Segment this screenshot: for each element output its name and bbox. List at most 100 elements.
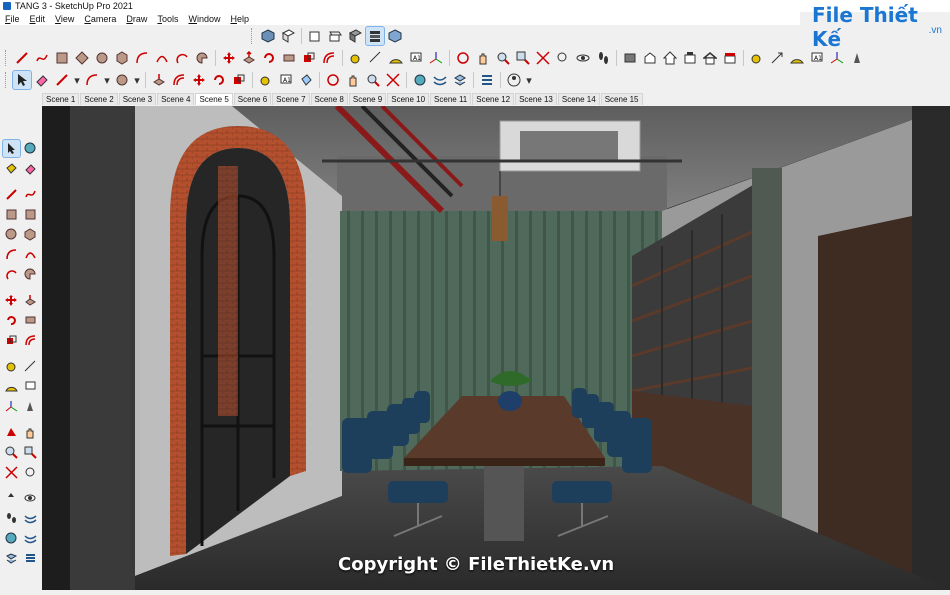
v-rotated-rect-icon[interactable] (22, 206, 39, 223)
components-icon[interactable] (621, 49, 639, 67)
select-tool-icon[interactable] (12, 70, 32, 90)
v-zoom-icon[interactable] (3, 444, 20, 461)
v-protractor-icon[interactable] (3, 378, 20, 395)
pan-2-icon[interactable] (344, 71, 362, 89)
textured-style-icon[interactable] (386, 27, 404, 45)
orbit-tool-icon[interactable] (454, 49, 472, 67)
axes-tool-icon[interactable] (427, 49, 445, 67)
dimension-alt-icon[interactable] (768, 49, 786, 67)
v-component-icon[interactable] (22, 140, 39, 157)
menu-window[interactable]: Window (183, 14, 225, 24)
offset-tool-icon[interactable] (320, 49, 338, 67)
dimension-tool-icon[interactable] (367, 49, 385, 67)
tape-measure-alt-icon[interactable] (748, 49, 766, 67)
v-zoom-extents-icon[interactable] (3, 464, 20, 481)
shapes-tool-icon[interactable] (113, 71, 131, 89)
axes-alt-icon[interactable] (828, 49, 846, 67)
v-offset-icon[interactable] (22, 332, 39, 349)
pie-tool-icon[interactable] (193, 49, 211, 67)
paint-bucket-icon[interactable] (297, 71, 315, 89)
top-view-icon[interactable] (279, 27, 297, 45)
toolbar-grip[interactable] (251, 28, 255, 44)
v-zoom-prev-icon[interactable] (22, 464, 39, 481)
arc-dropdown-icon[interactable]: ▾ (103, 71, 111, 89)
3d-text-icon[interactable] (848, 49, 866, 67)
v-scale-icon[interactable] (3, 332, 20, 349)
push-pull-icon[interactable] (240, 49, 258, 67)
3d-viewport[interactable] (42, 106, 950, 590)
scene-tab-4[interactable]: Scene 4 (157, 93, 195, 105)
walk-tool-icon[interactable] (594, 49, 612, 67)
iso-view-icon[interactable] (259, 27, 277, 45)
menu-camera[interactable]: Camera (79, 14, 121, 24)
pan-tool-icon[interactable] (474, 49, 492, 67)
v-hand-icon[interactable] (22, 424, 39, 441)
v-tape-icon[interactable] (3, 358, 20, 375)
v-paint-icon[interactable] (3, 160, 20, 177)
v-polygon-icon[interactable] (22, 226, 39, 243)
v-position-camera-icon[interactable] (3, 490, 20, 507)
v-freehand-icon[interactable] (22, 186, 39, 203)
line-tool-2-icon[interactable] (53, 71, 71, 89)
v-zoom-window-icon[interactable] (22, 444, 39, 461)
rotate-2-icon[interactable] (210, 71, 228, 89)
house-icon[interactable] (661, 49, 679, 67)
text-alt-icon[interactable]: A1 (808, 49, 826, 67)
v-2pt-arc-icon[interactable] (22, 246, 39, 263)
v-axes-icon[interactable] (3, 398, 20, 415)
section-plane-icon[interactable] (431, 71, 449, 89)
three-point-arc-icon[interactable] (173, 49, 191, 67)
scene-tab-13[interactable]: Scene 13 (515, 93, 557, 105)
scale-2-icon[interactable] (230, 71, 248, 89)
v-circle-icon[interactable] (3, 226, 20, 243)
shop-icon[interactable] (721, 49, 739, 67)
tape-measure-2-icon[interactable] (257, 71, 275, 89)
v-section-fill-icon[interactable] (22, 530, 39, 547)
v-section-icon[interactable] (3, 424, 20, 441)
v-arc-icon[interactable] (3, 246, 20, 263)
v-move-icon[interactable] (3, 292, 20, 309)
scene-tab-8[interactable]: Scene 8 (310, 93, 348, 105)
push-pull-2-icon[interactable] (150, 71, 168, 89)
protractor-icon[interactable] (387, 49, 405, 67)
zoom-window-icon[interactable] (514, 49, 532, 67)
menu-file[interactable]: File (0, 14, 25, 24)
line-dropdown-icon[interactable]: ▾ (73, 71, 81, 89)
text-2-icon[interactable]: A1 (277, 71, 295, 89)
scene-tab-1[interactable]: Scene 1 (42, 93, 80, 105)
v-rotate-icon[interactable] (3, 312, 20, 329)
extension-icon[interactable] (681, 49, 699, 67)
scene-tab-7[interactable]: Scene 7 (272, 93, 310, 105)
scene-tab-5[interactable]: Scene 5 (195, 93, 233, 105)
3d-warehouse-icon[interactable] (641, 49, 659, 67)
v-styles-icon[interactable] (22, 550, 39, 567)
scale-tool-icon[interactable] (300, 49, 318, 67)
v-line-icon[interactable] (3, 186, 20, 203)
v-sandbox-icon[interactable] (3, 530, 20, 547)
scene-tab-6[interactable]: Scene 6 (233, 93, 272, 105)
two-point-arc-icon[interactable] (153, 49, 171, 67)
v-3pt-arc-icon[interactable] (3, 266, 20, 283)
back-view-icon[interactable] (346, 27, 364, 45)
layers-icon[interactable] (451, 71, 469, 89)
scene-tab-2[interactable]: Scene 2 (80, 93, 118, 105)
shaded-style-icon[interactable] (365, 26, 385, 46)
tape-measure-icon[interactable] (347, 49, 365, 67)
zoom-extents-icon[interactable] (534, 49, 552, 67)
menu-draw[interactable]: Draw (121, 14, 152, 24)
rotated-rectangle-icon[interactable] (73, 49, 91, 67)
v-dimension-icon[interactable] (22, 358, 39, 375)
eraser-tool-icon[interactable] (33, 71, 51, 89)
v-look-around-icon[interactable] (22, 490, 39, 507)
scene-tab-14[interactable]: Scene 14 (557, 93, 600, 105)
v-follow-me-icon[interactable] (22, 312, 39, 329)
user-account-icon[interactable] (505, 71, 523, 89)
scene-tab-15[interactable]: Scene 15 (600, 93, 643, 105)
line-tool-icon[interactable] (13, 49, 31, 67)
v-3d-text-icon[interactable] (22, 398, 39, 415)
account-dropdown-icon[interactable]: ▾ (525, 71, 533, 89)
v-section-plane-icon[interactable] (22, 510, 39, 527)
freehand-tool-icon[interactable] (33, 49, 51, 67)
position-camera-icon[interactable] (574, 49, 592, 67)
zoom-extents-2-icon[interactable] (384, 71, 402, 89)
